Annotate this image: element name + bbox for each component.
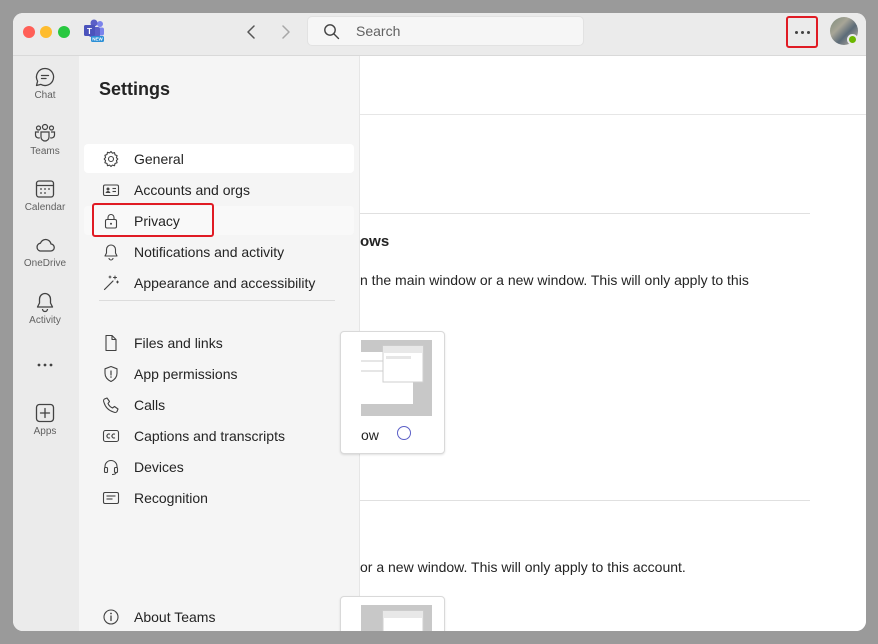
- settings-item-appearance[interactable]: Appearance and accessibility: [84, 268, 354, 297]
- info-icon: [103, 609, 119, 625]
- gear-icon: [103, 150, 119, 168]
- rail-label-apps: Apps: [33, 426, 57, 437]
- rail-item-teams[interactable]: Teams: [13, 122, 77, 172]
- section-divider: [360, 500, 810, 501]
- minimize-window-button[interactable]: [40, 26, 52, 38]
- settings-content: ows n the main window or a new window. T…: [340, 56, 866, 631]
- settings-item-label: General: [134, 151, 184, 167]
- settings-item-label: Accounts and orgs: [134, 182, 250, 198]
- settings-item-label: Devices: [134, 459, 184, 475]
- settings-item-accounts[interactable]: Accounts and orgs: [84, 175, 354, 204]
- search-icon: [324, 24, 340, 40]
- settings-title: Settings: [99, 79, 171, 99]
- teams-logo-icon: T NEW: [84, 19, 104, 42]
- shield-icon: [104, 365, 118, 383]
- section-description: or a new window. This will only apply to…: [360, 559, 686, 575]
- bell-icon: [36, 292, 54, 313]
- settings-item-label: About Teams: [134, 609, 216, 625]
- bell-icon: [104, 244, 118, 261]
- window-option-radio[interactable]: [397, 426, 411, 440]
- rail-item-apps[interactable]: Apps: [13, 402, 77, 452]
- settings-item-calls[interactable]: Calls: [84, 390, 354, 419]
- rail-label-activity: Activity: [29, 315, 61, 326]
- privacy-highlight-box: [92, 203, 214, 237]
- cloud-icon: [36, 238, 55, 252]
- settings-item-devices[interactable]: Devices: [84, 452, 354, 481]
- settings-item-label: Captions and transcripts: [134, 428, 285, 444]
- settings-item-general[interactable]: General: [84, 144, 354, 173]
- settings-item-label: Appearance and accessibility: [134, 275, 316, 291]
- search-input[interactable]: [356, 22, 556, 40]
- forward-arrow-icon[interactable]: [275, 22, 295, 42]
- window-option-card[interactable]: ow: [340, 331, 445, 454]
- chat-icon: [35, 67, 55, 87]
- window-option-label: ow: [361, 427, 379, 443]
- settings-item-label: Calls: [134, 397, 166, 413]
- back-arrow-icon[interactable]: [242, 22, 262, 42]
- rail-item-onedrive[interactable]: OneDrive: [13, 234, 77, 284]
- section-heading: ows: [360, 233, 390, 250]
- section-divider: [360, 213, 810, 214]
- window-preview-icon: [361, 605, 432, 631]
- rail-label-calendar: Calendar: [24, 202, 66, 213]
- maximize-window-button[interactable]: [58, 26, 70, 38]
- more-horizontal-icon: [795, 31, 798, 34]
- rail-item-calendar[interactable]: Calendar: [13, 178, 77, 228]
- file-icon: [105, 334, 117, 352]
- settings-item-files[interactable]: Files and links: [84, 328, 354, 357]
- search-box[interactable]: [307, 16, 584, 46]
- id-card-icon: [102, 184, 120, 197]
- settings-item-label: Notifications and activity: [134, 244, 285, 260]
- settings-item-captions[interactable]: Captions and transcripts: [84, 421, 354, 450]
- app-rail: Chat Teams Calendar OneDrive Activity Ap…: [13, 56, 79, 631]
- settings-item-label: Files and links: [134, 335, 223, 351]
- headset-icon: [103, 459, 119, 476]
- window-option-card[interactable]: [340, 596, 445, 631]
- settings-panel: Settings General Accounts and orgs Priva…: [79, 56, 360, 631]
- close-window-button[interactable]: [23, 26, 35, 38]
- magic-wand-icon: [103, 275, 119, 291]
- svg-text:T: T: [87, 27, 92, 36]
- settings-item-app-permissions[interactable]: App permissions: [84, 359, 354, 388]
- presence-status-badge: [847, 34, 858, 45]
- title-bar: T NEW: [13, 13, 866, 56]
- phone-icon: [103, 397, 119, 413]
- content-header-divider: [360, 114, 866, 115]
- settings-item-label: App permissions: [134, 366, 238, 382]
- window-preview-icon: [361, 340, 432, 416]
- section-description: n the main window or a new window. This …: [360, 272, 749, 288]
- closed-captions-icon: [102, 429, 120, 443]
- rail-item-more[interactable]: [13, 354, 77, 378]
- settings-item-about[interactable]: About Teams: [84, 602, 354, 631]
- rail-item-activity[interactable]: Activity: [13, 291, 77, 341]
- settings-item-recognition[interactable]: Recognition: [84, 483, 354, 512]
- more-options-button[interactable]: [786, 16, 818, 48]
- rail-label-onedrive: OneDrive: [23, 258, 67, 269]
- rail-label-teams: Teams: [30, 146, 60, 157]
- rail-item-chat[interactable]: Chat: [13, 66, 77, 116]
- calendar-icon: [35, 180, 55, 198]
- svg-text:NEW: NEW: [92, 37, 103, 42]
- teams-icon: [34, 123, 56, 142]
- add-app-icon: [35, 403, 55, 423]
- settings-item-notifications[interactable]: Notifications and activity: [84, 237, 354, 266]
- settings-item-label: Recognition: [134, 490, 208, 506]
- rail-label-chat: Chat: [34, 90, 56, 101]
- settings-divider: [99, 300, 335, 301]
- recognition-icon: [102, 491, 120, 505]
- more-horizontal-icon: [37, 363, 53, 367]
- teams-window: T NEW Chat Teams Calendar: [13, 13, 866, 631]
